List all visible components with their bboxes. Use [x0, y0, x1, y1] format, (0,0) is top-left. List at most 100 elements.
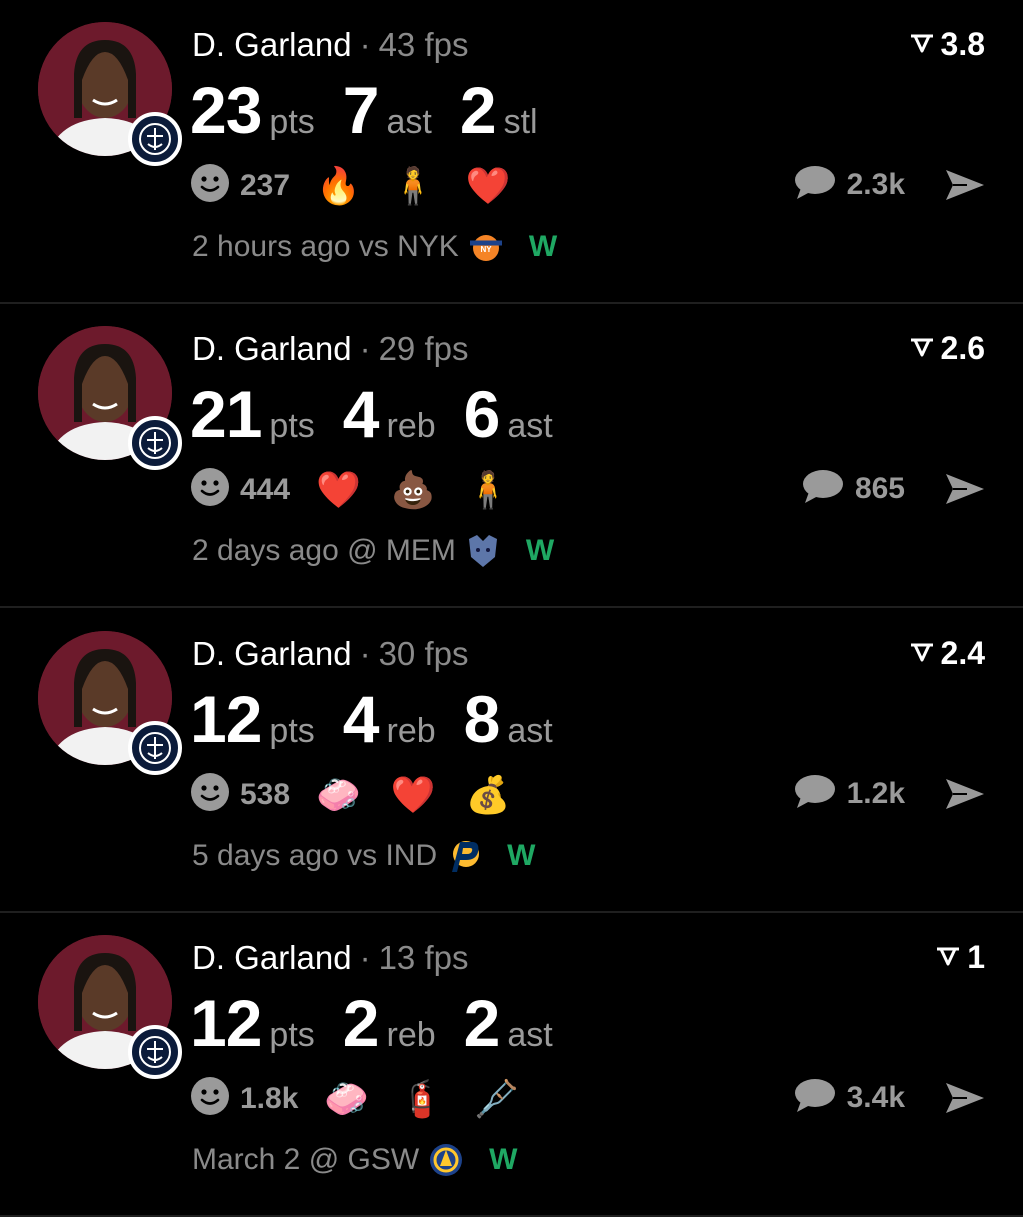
player-name[interactable]: D. Garland [192, 330, 352, 367]
post-time: 5 days ago [192, 839, 339, 872]
fps-score: 30 fps [378, 635, 469, 672]
score-value: 3.8 [940, 26, 985, 62]
add-reaction-smiley-icon[interactable] [190, 1076, 230, 1121]
reaction-emoji[interactable]: 🔥 [316, 167, 361, 204]
reaction-emoji[interactable]: 💩 [391, 471, 436, 508]
score-rating: 2.6 [909, 330, 985, 367]
reaction-emoji[interactable]: 🧼 [324, 1080, 369, 1117]
matchup[interactable]: @ MEM [347, 534, 456, 568]
reaction-emoji[interactable]: 🩼 [474, 1080, 519, 1117]
separator-dot: · [359, 330, 371, 367]
player-name[interactable]: D. Garland [192, 939, 352, 976]
comment-count: 1.2k [846, 776, 905, 810]
comment-bubble-icon [793, 772, 837, 815]
stat-unit: reb [386, 712, 436, 750]
game-result: W [489, 1143, 518, 1176]
stat-value: 21 [190, 377, 262, 451]
reaction-count: 1.8k [240, 1081, 299, 1115]
reaction-count: 237 [240, 168, 291, 202]
reaction-emoji[interactable]: ❤️ [466, 167, 511, 204]
stat-line: 12 pts 2 reb 2 ast [190, 985, 581, 1061]
comment-bubble-icon [793, 163, 837, 206]
team-badge-icon [128, 1025, 182, 1079]
knicks-logo-icon: NY [467, 228, 505, 266]
comment-count: 2.3k [846, 167, 905, 201]
stat-value: 4 [342, 682, 380, 756]
separator-dot: · [359, 939, 371, 976]
reaction-emoji[interactable]: 🧯 [399, 1080, 444, 1117]
reaction-count: 444 [240, 472, 291, 506]
stat-unit: ast [507, 1016, 553, 1054]
pacers-logo-icon [445, 837, 483, 875]
score-value: 2.4 [940, 635, 985, 671]
matchup[interactable]: vs IND [347, 839, 437, 873]
reaction-emoji[interactable]: 🧍 [466, 471, 511, 508]
reaction-emoji[interactable]: 🧍 [391, 167, 436, 204]
stat-unit: pts [269, 1016, 315, 1054]
post-time: March 2 [192, 1143, 301, 1176]
comments-button[interactable]: 3.4k [793, 1076, 905, 1119]
stat-value: 2 [342, 986, 380, 1060]
score-value: 1 [967, 939, 985, 975]
score-rating: 2.4 [909, 635, 985, 672]
share-button[interactable] [943, 166, 987, 209]
separator-dot: · [359, 635, 371, 672]
stat-value: 6 [463, 377, 501, 451]
share-button[interactable] [943, 1079, 987, 1122]
share-button[interactable] [943, 470, 987, 513]
comment-count: 3.4k [846, 1080, 905, 1114]
player-name[interactable]: D. Garland [192, 26, 352, 63]
comments-button[interactable]: 2.3k [793, 163, 905, 206]
matchup[interactable]: @ GSW [309, 1143, 419, 1177]
stat-unit: ast [507, 712, 553, 750]
reactions-bar: 538 🧼 ❤️ 💰 [190, 772, 541, 817]
reactions-bar: 1.8k 🧼 🧯 🩼 [190, 1076, 549, 1121]
fps-score: 29 fps [378, 330, 469, 367]
game-result: W [525, 534, 555, 567]
add-reaction-smiley-icon[interactable] [190, 772, 230, 817]
share-button[interactable] [943, 775, 987, 818]
stat-post-card[interactable]: D. Garland · 43 fps 3.8 23 pts 7 ast 2 stl 237 … [0, 0, 1023, 304]
post-header: D. Garland · 29 fps [192, 330, 468, 368]
reaction-emoji[interactable]: ❤️ [316, 471, 361, 508]
stat-unit: ast [507, 407, 553, 445]
reaction-emoji[interactable]: ❤️ [391, 776, 436, 813]
score-triangle-icon [909, 26, 935, 63]
game-result: W [528, 230, 558, 263]
separator-dot: · [359, 26, 371, 63]
stat-post-card[interactable]: D. Garland · 30 fps 2.4 12 pts 4 reb 8 ast 538 … [0, 609, 1023, 913]
stat-value: 8 [463, 682, 501, 756]
comment-count: 865 [854, 471, 905, 505]
post-header: D. Garland · 43 fps [192, 26, 468, 64]
comments-button[interactable]: 1.2k [793, 772, 905, 815]
matchup[interactable]: vs NYK [359, 230, 459, 264]
reaction-emoji[interactable]: 🧼 [316, 776, 361, 813]
stat-unit: pts [269, 103, 315, 141]
fps-score: 13 fps [378, 939, 469, 976]
stat-line: 12 pts 4 reb 8 ast [190, 681, 581, 757]
score-triangle-icon [909, 330, 935, 367]
share-arrow-icon [943, 1083, 987, 1121]
player-name[interactable]: D. Garland [192, 635, 352, 672]
stat-post-card[interactable]: D. Garland · 13 fps 1 12 pts 2 reb 2 ast 1.8k 🧼… [0, 913, 1023, 1217]
comment-bubble-icon [801, 467, 845, 510]
svg-text:NY: NY [480, 245, 492, 254]
reaction-emoji[interactable]: 💰 [466, 776, 511, 813]
stat-value: 4 [342, 377, 380, 451]
grizzlies-logo-icon [464, 532, 502, 570]
score-triangle-icon [935, 939, 961, 976]
stat-unit: pts [269, 407, 315, 445]
game-info: 2 hours ago vs NYK NY W [192, 228, 557, 266]
add-reaction-smiley-icon[interactable] [190, 163, 230, 208]
add-reaction-smiley-icon[interactable] [190, 467, 230, 512]
stat-value: 2 [463, 986, 501, 1060]
stat-post-card[interactable]: D. Garland · 29 fps 2.6 21 pts 4 reb 6 ast 444 … [0, 304, 1023, 608]
stat-unit: ast [386, 103, 432, 141]
score-value: 2.6 [940, 330, 985, 366]
share-arrow-icon [943, 474, 987, 512]
comments-button[interactable]: 865 [801, 467, 905, 510]
score-rating: 1 [935, 939, 985, 976]
stat-unit: reb [386, 407, 436, 445]
post-header: D. Garland · 30 fps [192, 635, 468, 673]
comment-bubble-icon [793, 1076, 837, 1119]
